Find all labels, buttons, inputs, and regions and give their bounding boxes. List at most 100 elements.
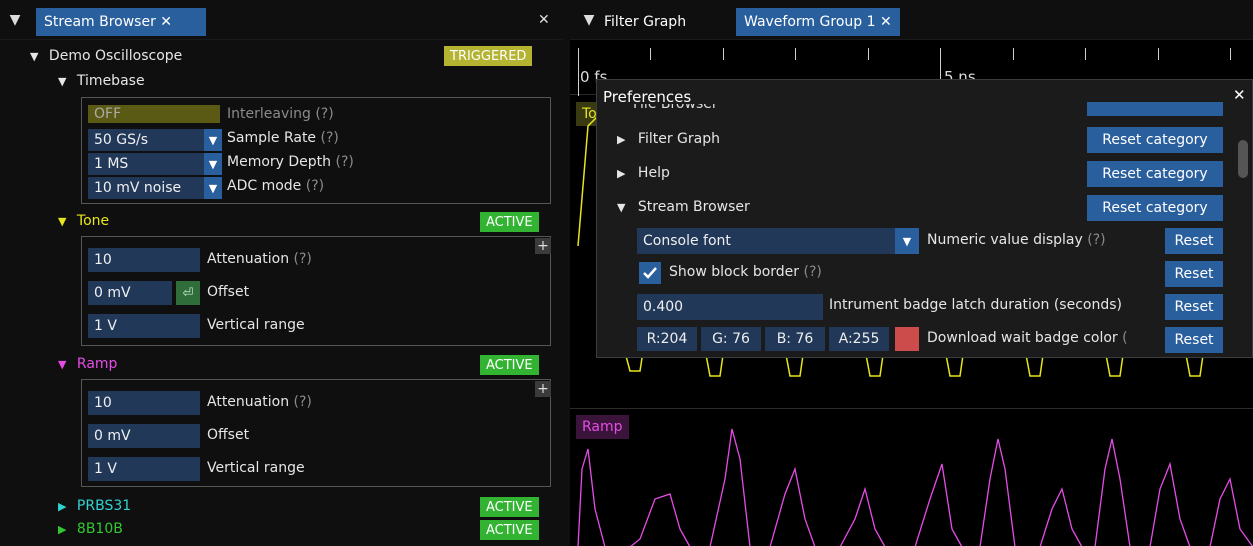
interleaving-toggle[interactable]: OFF <box>88 105 220 123</box>
tab-waveform-group[interactable]: Waveform Group 1 ✕ <box>736 8 900 36</box>
timebase-label: Timebase <box>76 73 145 89</box>
color-b-input[interactable]: B: 76 <box>765 327 825 351</box>
numeric-display-select[interactable]: Console font ▼ <box>637 228 919 254</box>
tab-label: Stream Browser ✕ <box>44 14 173 30</box>
reset-button[interactable]: Reset <box>1165 294 1223 320</box>
color-g-input[interactable]: G: 76 <box>701 327 761 351</box>
device-name: Demo Oscilloscope <box>48 48 183 64</box>
sample-rate-value: 50 GS/s <box>88 129 204 151</box>
status-badge: ACTIVE <box>480 355 539 375</box>
reset-category-button[interactable]: Reset category <box>1087 127 1223 153</box>
offset-input[interactable]: 0 mV <box>88 281 172 305</box>
expand-arrow-icon: ▶ <box>617 167 626 180</box>
category-label: File Browser <box>633 104 718 112</box>
reset-button[interactable]: Reset <box>1165 228 1223 254</box>
scrollbar-thumb[interactable] <box>1238 140 1248 178</box>
status-badge: TRIGGERED <box>444 46 533 66</box>
sample-rate-select[interactable]: 50 GS/s ▼ <box>88 129 222 151</box>
close-panel-icon[interactable]: ✕ <box>538 12 550 28</box>
category-help[interactable]: ▶ Help <box>617 165 670 181</box>
channel-node-tone[interactable]: ▼ Tone <box>58 213 109 229</box>
category-label: Filter Graph <box>637 131 720 147</box>
offset-label: Offset <box>207 284 250 300</box>
attenuation-input[interactable]: 10 <box>88 248 200 272</box>
memory-depth-select[interactable]: 1 MS ▼ <box>88 153 222 175</box>
category-stream-browser[interactable]: ▼ Stream Browser <box>617 199 750 215</box>
timebase-node[interactable]: ▼ Timebase <box>58 73 145 89</box>
panel-menu-icon[interactable]: ▼ <box>0 0 30 40</box>
chevron-down-icon: ▼ <box>895 228 919 254</box>
attenuation-input[interactable]: 10 <box>88 391 200 415</box>
ramp-plot[interactable]: Ramp <box>570 408 1253 546</box>
expand-arrow-icon: ▶ <box>58 523 67 536</box>
expand-arrow-icon: ▼ <box>58 215 67 228</box>
latch-duration-input[interactable]: 0.400 <box>637 294 823 320</box>
expand-arrow-icon: ▼ <box>58 358 67 371</box>
ramp-waveform <box>577 428 1253 546</box>
vertical-range-input[interactable]: 1 V <box>88 314 200 338</box>
chevron-down-icon: ▼ <box>204 153 222 175</box>
channel-name: PRBS31 <box>76 498 132 514</box>
channel-node-8b10b[interactable]: ▶ 8B10B <box>58 521 123 537</box>
vertical-range-label: Vertical range <box>207 317 305 333</box>
category-label: Stream Browser <box>637 199 750 215</box>
adc-mode-value: 10 mV noise <box>88 177 204 199</box>
channel-name: 8B10B <box>76 521 123 537</box>
category-file-browser[interactable]: File Browser <box>633 104 718 116</box>
vertical-range-input[interactable]: 1 V <box>88 457 200 481</box>
expand-arrow-icon: ▼ <box>58 75 67 88</box>
expand-arrow-icon: ▶ <box>617 133 626 146</box>
expand-arrow-icon: ▼ <box>617 201 626 214</box>
show-block-border-checkbox[interactable] <box>639 262 661 284</box>
preferences-dialog: Preferences ✕ File Browser ▶ Filter Grap… <box>596 79 1253 358</box>
tab-filter-graph[interactable]: Filter Graph <box>596 8 694 36</box>
chevron-down-icon: ▼ <box>204 129 222 151</box>
numeric-display-label: Numeric value display (?) <box>927 232 1106 248</box>
status-badge: ACTIVE <box>480 497 539 517</box>
add-icon[interactable]: + <box>535 381 551 397</box>
tab-stream-browser[interactable]: Stream Browser ✕ <box>36 8 206 36</box>
chevron-down-icon: ▼ <box>204 177 222 199</box>
offset-label: Offset <box>207 427 250 443</box>
status-badge: ACTIVE <box>480 520 539 540</box>
tab-label: Filter Graph <box>604 14 687 30</box>
show-block-border-label: Show block border (?) <box>669 264 822 280</box>
category-filter-graph[interactable]: ▶ Filter Graph <box>617 131 720 147</box>
color-a-input[interactable]: A:255 <box>829 327 889 351</box>
tab-label: Waveform Group 1 ✕ <box>744 14 892 30</box>
close-icon[interactable]: ✕ <box>1233 86 1246 104</box>
left-tab-bar: ▼ Stream Browser ✕ ✕ <box>0 0 563 40</box>
expand-arrow-icon: ▼ <box>30 50 39 63</box>
reset-category-button[interactable]: Reset category <box>1087 195 1223 221</box>
device-node[interactable]: ▼ Demo Oscilloscope <box>30 48 182 64</box>
reset-category-button[interactable]: Reset category <box>1087 161 1223 187</box>
memory-depth-label: Memory Depth (?) <box>227 154 354 170</box>
color-swatch[interactable] <box>895 327 919 351</box>
offset-input[interactable]: 0 mV <box>88 424 200 448</box>
reset-button[interactable]: Reset <box>1165 261 1223 287</box>
channel-node-prbs31[interactable]: ▶ PRBS31 <box>58 498 131 514</box>
adc-mode-label: ADC mode (?) <box>227 178 325 194</box>
channel-name: Tone <box>76 213 110 229</box>
apply-icon[interactable]: ⏎ <box>176 281 200 305</box>
reset-category-button[interactable] <box>1087 102 1223 116</box>
numeric-display-value: Console font <box>637 228 895 254</box>
attenuation-label: Attenuation (?) <box>207 394 312 410</box>
expand-arrow-icon: ▶ <box>58 500 67 513</box>
channel-node-ramp[interactable]: ▼ Ramp <box>58 356 117 372</box>
adc-mode-select[interactable]: 10 mV noise ▼ <box>88 177 222 199</box>
color-r-input[interactable]: R:204 <box>637 327 697 351</box>
sample-rate-label: Sample Rate (?) <box>227 130 339 146</box>
memory-depth-value: 1 MS <box>88 153 204 175</box>
reset-button[interactable]: Reset <box>1165 327 1223 353</box>
right-tab-bar: ▼ Filter Graph Waveform Group 1 ✕ <box>570 0 1253 40</box>
status-badge: ACTIVE <box>480 212 539 232</box>
latch-duration-label: Intrument badge latch duration (seconds) <box>829 297 1122 313</box>
attenuation-label: Attenuation (?) <box>207 251 312 267</box>
stream-browser-panel: ▼ Stream Browser ✕ ✕ ▼ Demo Oscilloscope… <box>0 0 563 546</box>
add-icon[interactable]: + <box>535 238 551 254</box>
badge-color-label: Download wait badge color ( <box>927 330 1128 346</box>
vertical-range-label: Vertical range <box>207 460 305 476</box>
check-icon <box>643 267 657 279</box>
channel-name: Ramp <box>76 356 118 372</box>
